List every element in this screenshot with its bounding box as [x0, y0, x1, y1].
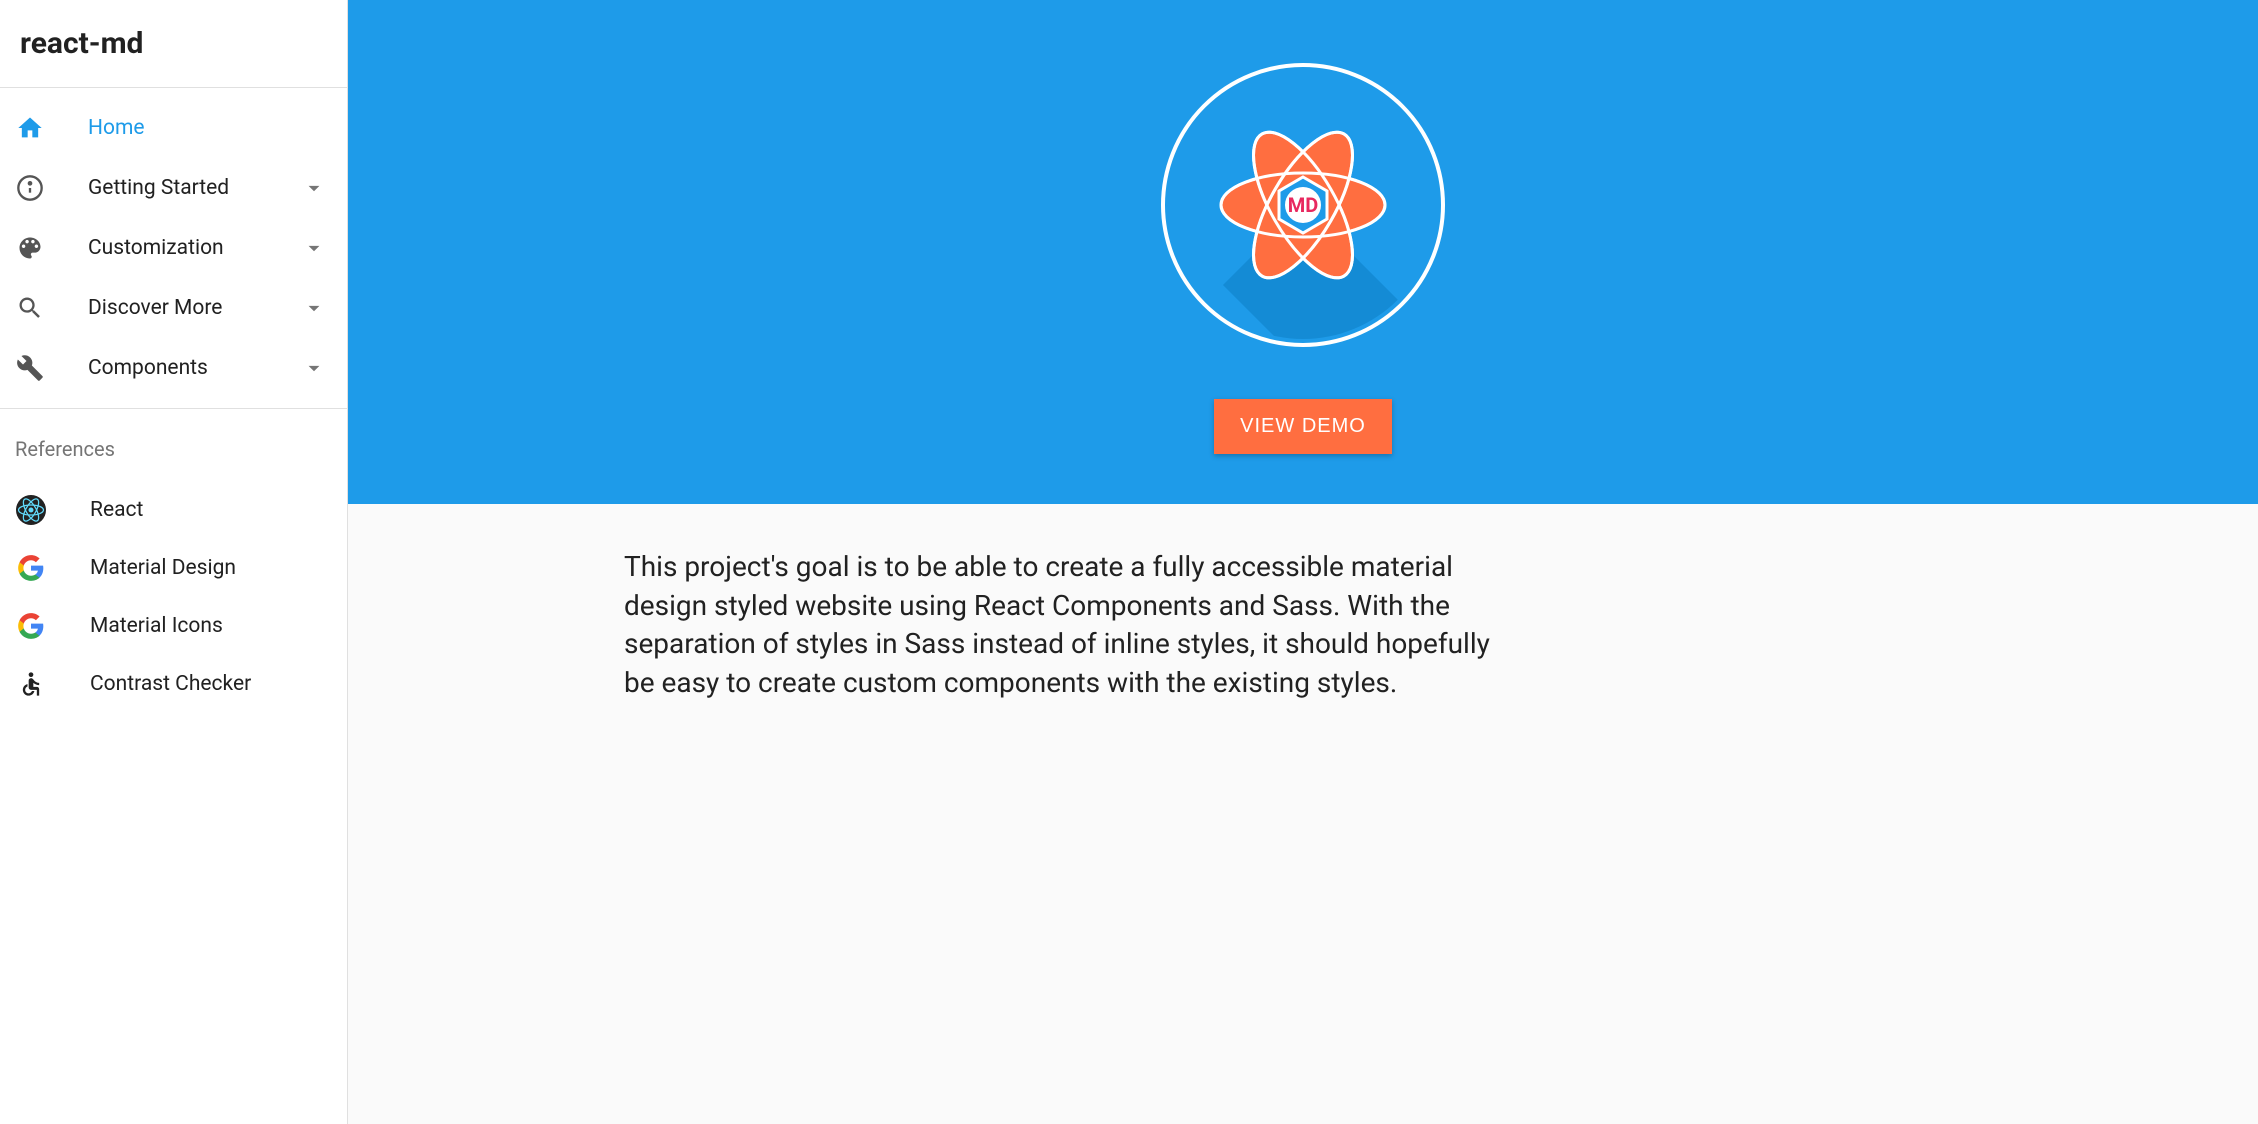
references-list: React Material Design [0, 475, 347, 719]
nav-list: Home Getting Started Customization Di [0, 88, 347, 409]
nav-item-customization[interactable]: Customization [0, 218, 347, 278]
sidebar-title: react-md [0, 0, 347, 88]
chevron-down-icon [301, 355, 327, 381]
nav-label: Customization [88, 236, 301, 260]
svg-text:MD: MD [1288, 193, 1319, 217]
react-icon [16, 495, 46, 525]
ref-label: Material Design [90, 556, 236, 580]
ref-label: Contrast Checker [90, 672, 251, 696]
accessibility-icon [16, 669, 46, 699]
ref-label: Material Icons [90, 614, 223, 638]
chevron-down-icon [301, 235, 327, 261]
nav-label: Discover More [88, 296, 301, 320]
nav-item-discover-more[interactable]: Discover More [0, 278, 347, 338]
search-icon [16, 294, 44, 322]
home-icon [16, 114, 44, 142]
palette-icon [16, 234, 44, 262]
nav-item-components[interactable]: Components [0, 338, 347, 398]
react-md-logo: MD [1159, 61, 1447, 349]
main-content: MD VIEW DEMO This project's goal is to b… [348, 0, 2258, 1124]
references-header: References [0, 409, 347, 475]
ref-label: React [90, 498, 143, 522]
nav-item-home[interactable]: Home [0, 98, 347, 158]
nav-label: Home [88, 116, 327, 140]
wrench-icon [16, 354, 44, 382]
info-icon [16, 174, 44, 202]
ref-item-material-design[interactable]: Material Design [0, 539, 347, 597]
nav-label: Components [88, 356, 301, 380]
ref-item-material-icons[interactable]: Material Icons [0, 597, 347, 655]
google-icon [16, 553, 46, 583]
view-demo-button[interactable]: VIEW DEMO [1214, 399, 1392, 454]
ref-item-react[interactable]: React [0, 481, 347, 539]
nav-item-getting-started[interactable]: Getting Started [0, 158, 347, 218]
chevron-down-icon [301, 175, 327, 201]
project-description: This project's goal is to be able to cre… [624, 548, 1504, 703]
ref-item-contrast-checker[interactable]: Contrast Checker [0, 655, 347, 713]
google-icon [16, 611, 46, 641]
chevron-down-icon [301, 295, 327, 321]
content-section: This project's goal is to be able to cre… [348, 504, 2258, 743]
hero-section: MD VIEW DEMO [348, 0, 2258, 504]
sidebar: react-md Home Getting Started Customizat… [0, 0, 348, 1124]
nav-label: Getting Started [88, 176, 301, 200]
